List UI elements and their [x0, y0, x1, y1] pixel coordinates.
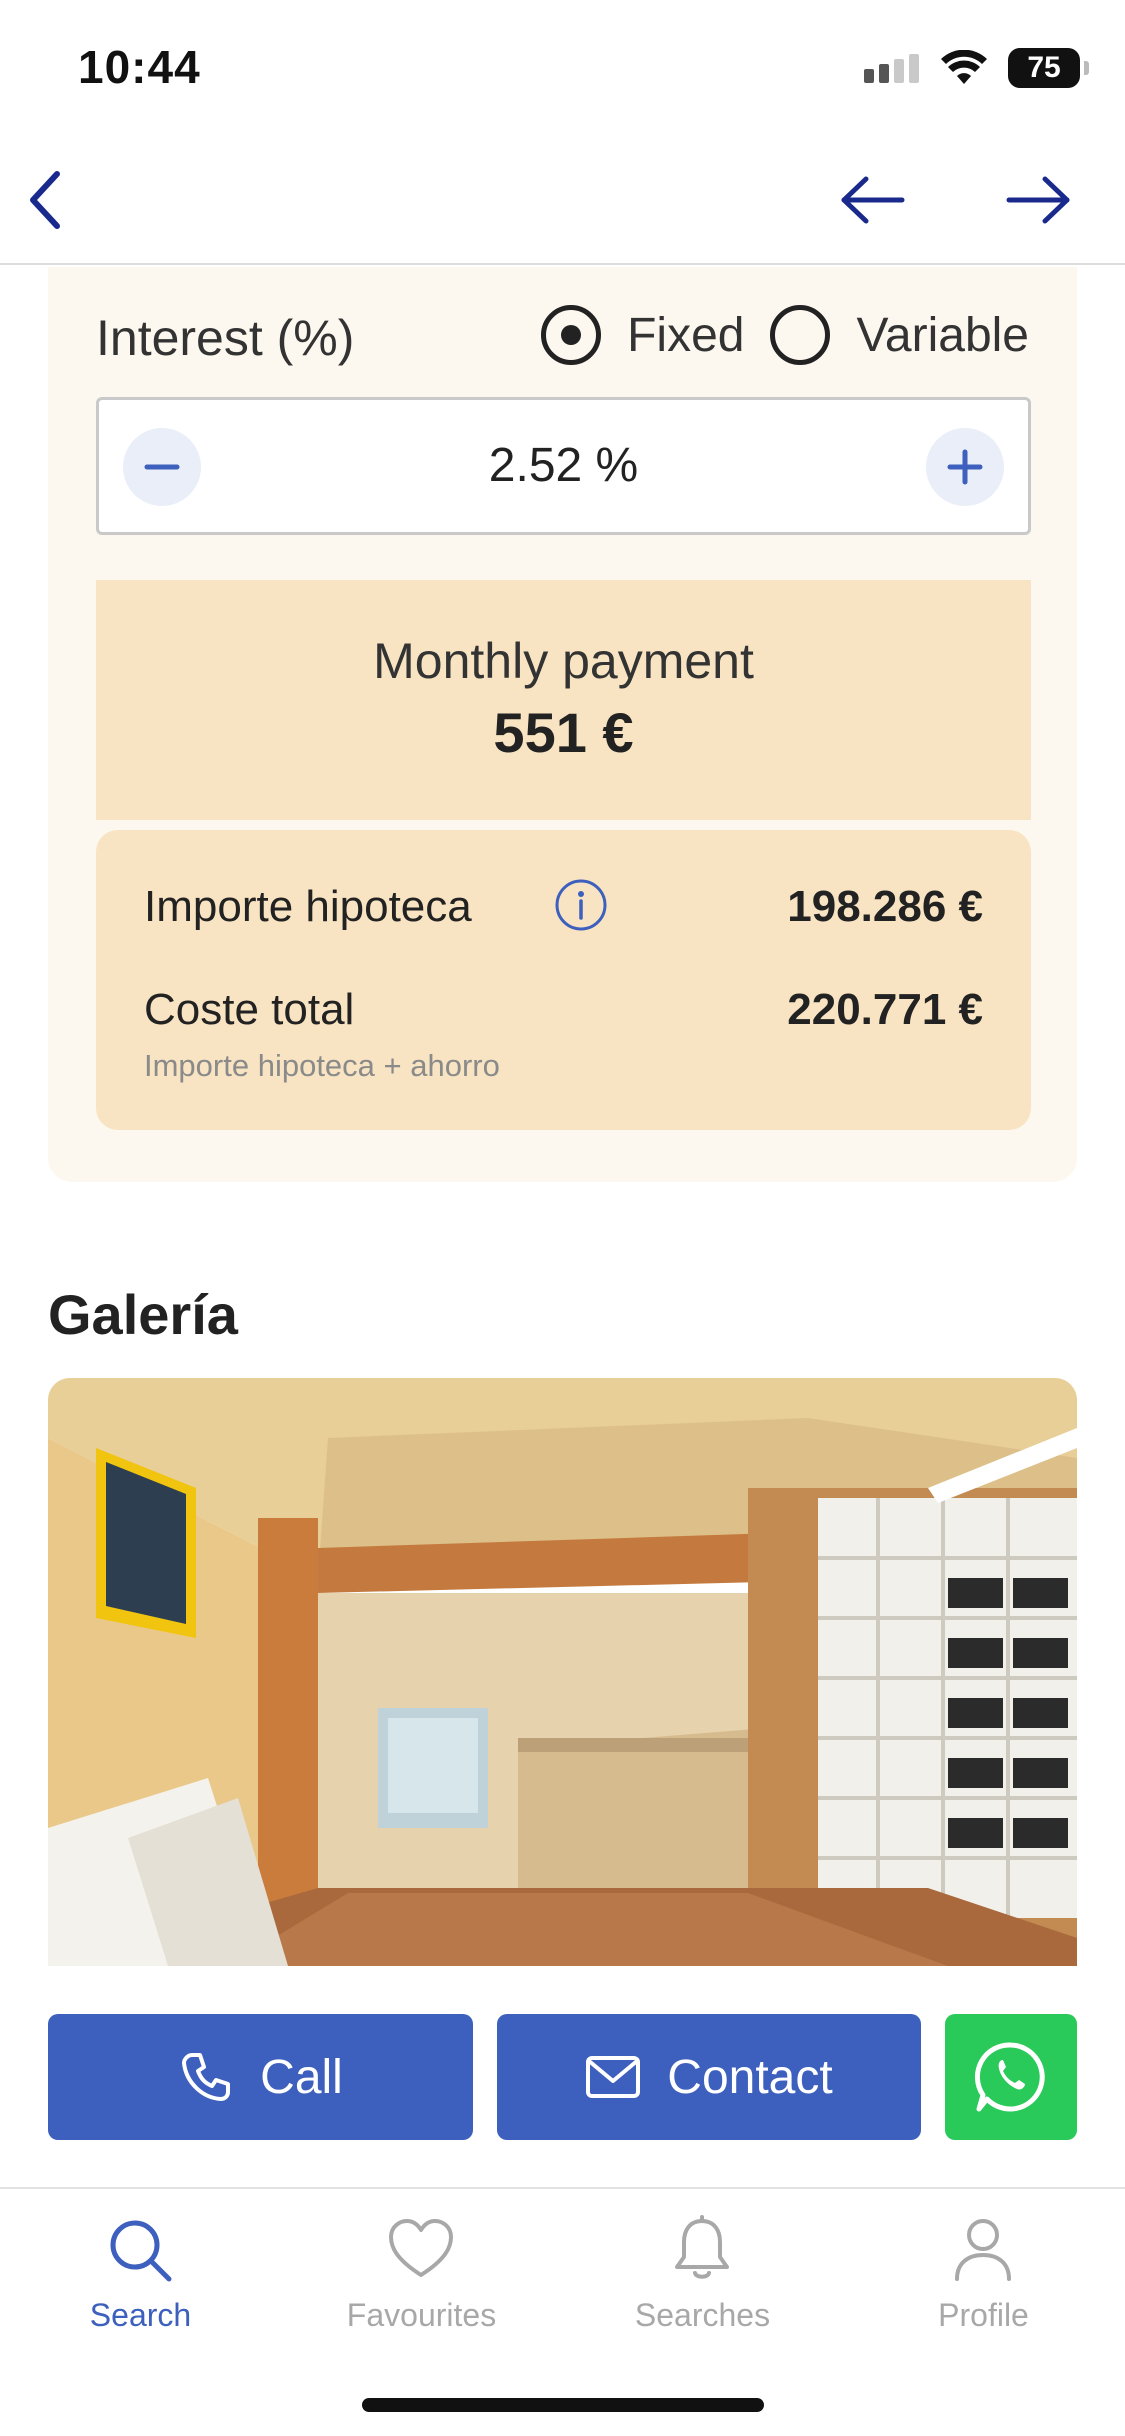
monthly-payment-box: Monthly payment 551 €: [96, 580, 1031, 820]
next-listing-button[interactable]: [993, 160, 1083, 240]
gallery-photo[interactable]: [48, 1378, 1077, 1966]
arrow-left-icon: [841, 176, 905, 224]
heart-icon: [389, 2219, 453, 2277]
phone-icon: [182, 2053, 231, 2101]
interest-stepper: 2.52 %: [96, 397, 1031, 535]
cellular-signal-icon: [864, 54, 919, 83]
status-bar: 10:44 75: [0, 0, 1125, 135]
back-button[interactable]: [0, 160, 90, 240]
increase-interest-button[interactable]: [926, 428, 1004, 506]
mortgage-amount-label: Importe hipoteca: [144, 882, 472, 931]
monthly-payment-label: Monthly payment: [373, 633, 754, 689]
tab-search[interactable]: Search: [0, 2189, 281, 2389]
battery-icon: 75: [1008, 48, 1089, 88]
variable-rate-label[interactable]: Variable: [856, 308, 1029, 363]
tab-searches[interactable]: Searches: [562, 2189, 843, 2389]
status-icons: 75: [864, 48, 1089, 88]
nav-header: [0, 135, 1125, 265]
mortgage-summary-box: Importe hipoteca 198.286 € Coste total 2…: [96, 830, 1031, 1130]
total-cost-note: Importe hipoteca + ahorro: [144, 1048, 500, 1083]
plus-icon: [947, 449, 983, 485]
search-icon: [110, 2220, 172, 2282]
tab-profile[interactable]: Profile: [843, 2189, 1124, 2389]
fixed-rate-radio[interactable]: [541, 305, 602, 365]
tab-profile-label: Profile: [938, 2297, 1029, 2333]
whatsapp-icon: [974, 2042, 1045, 2112]
user-icon: [955, 2219, 1011, 2281]
shop-interior-photo: [48, 1378, 1077, 1966]
fixed-rate-label[interactable]: Fixed: [627, 308, 744, 363]
call-button[interactable]: Call: [48, 2014, 473, 2140]
total-cost-label: Coste total: [144, 985, 355, 1034]
envelope-icon: [586, 2056, 641, 2098]
variable-rate-radio[interactable]: [770, 305, 831, 365]
gallery-title: Galería: [48, 1283, 238, 1346]
chevron-left-icon: [30, 171, 60, 229]
monthly-payment-value: 551 €: [493, 701, 634, 764]
mortgage-amount-value: 198.286 €: [787, 882, 983, 931]
call-button-label: Call: [260, 2050, 343, 2104]
tab-favourites[interactable]: Favourites: [281, 2189, 562, 2389]
bell-icon: [675, 2215, 729, 2279]
contact-button[interactable]: Contact: [497, 2014, 921, 2140]
status-time: 10:44: [78, 41, 201, 93]
info-icon[interactable]: [554, 878, 608, 932]
tab-favourites-label: Favourites: [346, 2297, 497, 2333]
tab-searches-label: Searches: [634, 2297, 771, 2333]
mortgage-calculator-card: Interest (%) Fixed Variable 2.52 % Month…: [48, 267, 1077, 1182]
home-indicator: [362, 2398, 764, 2412]
contact-button-label: Contact: [667, 2050, 833, 2104]
whatsapp-button[interactable]: [945, 2014, 1077, 2140]
rate-type-radio-group: Fixed Variable: [541, 305, 1029, 365]
tab-search-label: Search: [89, 2297, 192, 2333]
total-cost-value: 220.771 €: [787, 985, 983, 1034]
wifi-icon: [941, 50, 987, 84]
interest-label: Interest (%): [96, 310, 355, 366]
previous-listing-button[interactable]: [828, 160, 918, 240]
arrow-right-icon: [1006, 176, 1070, 224]
interest-value[interactable]: 2.52 %: [99, 438, 1028, 493]
